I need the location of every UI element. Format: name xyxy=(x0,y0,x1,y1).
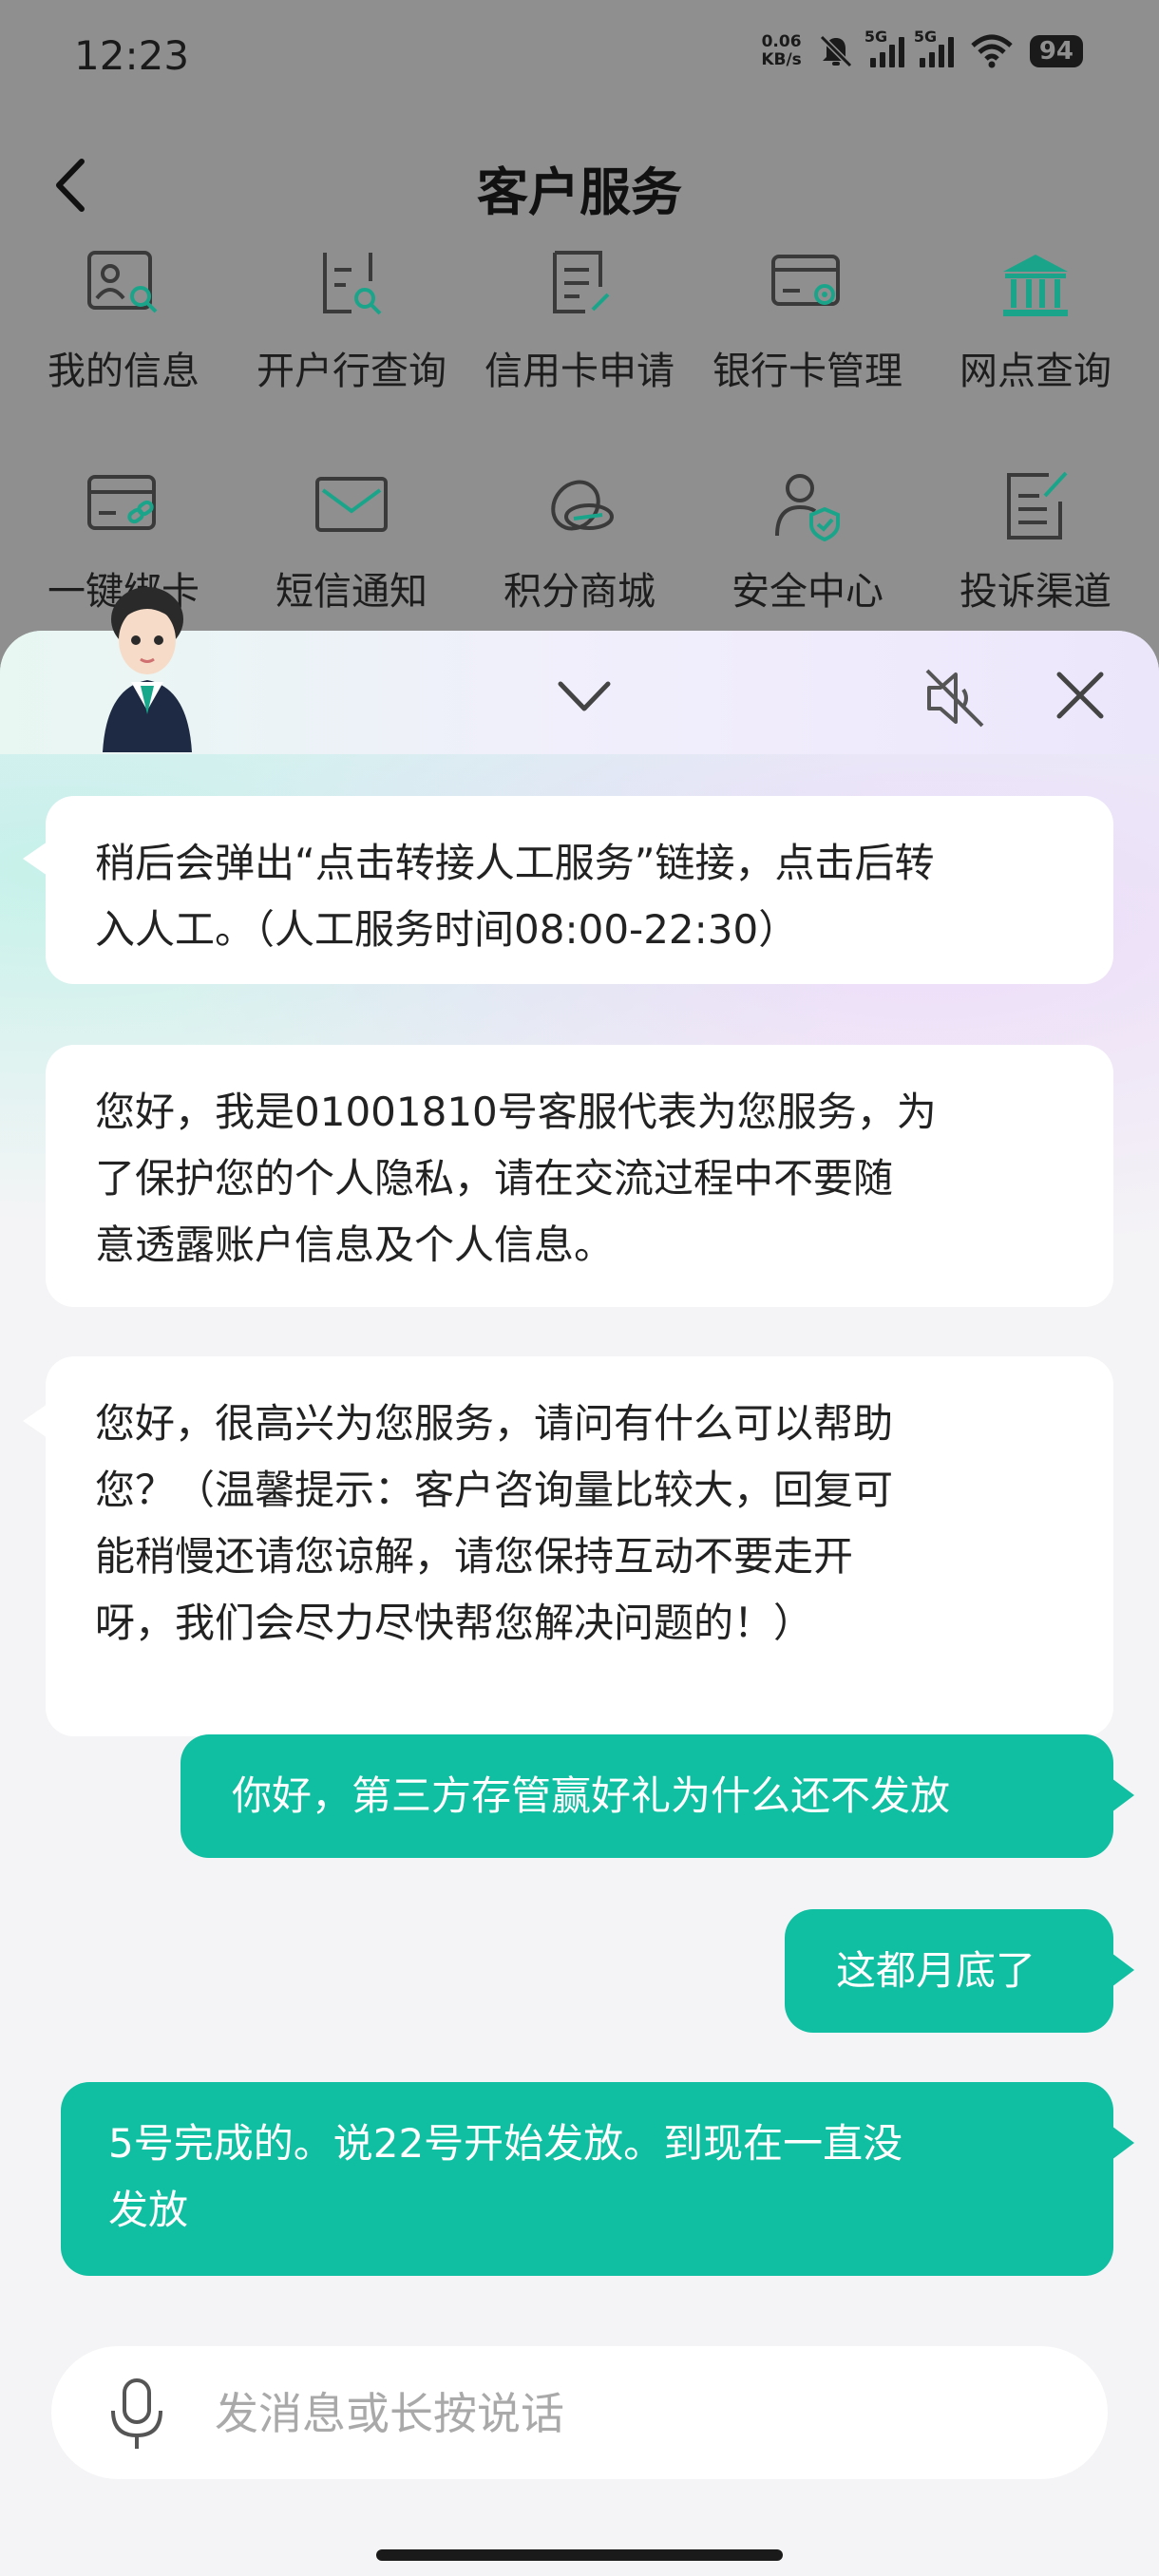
message-line: 您好，我是01001810号客服代表为您服务，为 xyxy=(95,1089,937,1135)
header: 客户服务 xyxy=(0,133,1159,237)
user-message: 5号完成的。说22号开始发放。到现在一直没 发放 xyxy=(61,2082,1134,2276)
message-input-bar xyxy=(51,2346,1108,2481)
speaker-muted-icon[interactable] xyxy=(922,665,988,731)
message-line: 能稍慢还请您谅解，请您保持互动不要走开 xyxy=(95,1533,854,1580)
profile-search-icon xyxy=(87,251,158,313)
service-my-info[interactable]: 我的信息 xyxy=(10,237,238,427)
service-label: 积分商城 xyxy=(504,570,656,614)
service-security-center[interactable]: 安全中心 xyxy=(694,458,922,648)
message-input[interactable] xyxy=(213,2346,1072,2481)
chevron-down-icon[interactable] xyxy=(551,669,618,726)
service-label: 投诉渠道 xyxy=(960,570,1112,614)
service-sms-notice[interactable]: 短信通知 xyxy=(238,458,466,648)
home-indicator[interactable] xyxy=(376,2549,783,2561)
message-line: 呀，我们会尽力尽快帮您解决问题的！） xyxy=(95,1600,814,1646)
form-edit-icon xyxy=(553,251,610,313)
page-title: 客户服务 xyxy=(477,162,682,222)
message-line: 入人工。（人工服务时间08:00-22:30） xyxy=(95,906,799,953)
service-label: 开户行查询 xyxy=(256,350,446,393)
status-time: 12:23 xyxy=(74,32,190,79)
agent-message: 您好，我是01001810号客服代表为您服务，为 了保护您的个人隐私，请在交流过… xyxy=(46,1045,1113,1307)
service-credit-card-apply[interactable]: 信用卡申请 xyxy=(466,237,694,427)
service-complaint-channel[interactable]: 投诉渠道 xyxy=(922,458,1150,648)
wifi-icon xyxy=(971,34,1013,68)
card-settings-icon xyxy=(771,255,840,306)
service-points-mall[interactable]: 积分商城 xyxy=(466,458,694,648)
message-line: 稍后会弹出“点击转接人工服务”链接，点击后转 xyxy=(95,840,935,886)
bell-muted-icon xyxy=(819,34,852,68)
cell-signal-2-icon: 5G xyxy=(914,28,954,67)
bank-search-icon xyxy=(323,253,382,315)
message-line: 您？（温馨提示：客户咨询量比较大，回复可 xyxy=(95,1467,894,1513)
battery-level: 94 xyxy=(1029,35,1083,67)
user-message: 你好，第三方存管赢好礼为什么还不发放 xyxy=(180,1734,1134,1858)
coins-icon xyxy=(551,480,614,531)
message-line: 您好，很高兴为您服务，请问有什么可以帮助 xyxy=(95,1400,894,1447)
agent-message: 您好，很高兴为您服务，请问有什么可以帮助 您？（温馨提示：客户咨询量比较大，回复… xyxy=(23,1356,1113,1736)
close-icon[interactable] xyxy=(1050,665,1111,726)
service-label: 短信通知 xyxy=(276,570,428,614)
user-message: 这都月底了 xyxy=(785,1909,1134,2033)
status-bar: 12:23 0.06 KB/s 5G 5G 94 xyxy=(0,0,1159,114)
envelope-icon xyxy=(315,477,388,532)
service-label: 安全中心 xyxy=(732,570,884,614)
cell-signal-1-icon: 5G xyxy=(864,28,904,67)
network-speed: 0.06 KB/s xyxy=(761,33,801,69)
service-card-management[interactable]: 银行卡管理 xyxy=(694,237,922,427)
service-label: 银行卡管理 xyxy=(712,350,902,393)
microphone-icon[interactable] xyxy=(104,2377,170,2453)
assistant-avatar xyxy=(103,587,192,752)
signal-1-type: 5G xyxy=(864,28,888,46)
service-label: 网点查询 xyxy=(960,350,1112,393)
service-label: 我的信息 xyxy=(48,350,200,393)
message-line: 意透露账户信息及个人信息。 xyxy=(95,1222,615,1268)
card-link-icon xyxy=(87,475,156,530)
chat-panel: 稍后会弹出“点击转接人工服务”链接，点击后转 入人工。（人工服务时间08:00-… xyxy=(0,631,1159,2576)
document-edit-icon xyxy=(1007,471,1068,540)
service-bank-search[interactable]: 开户行查询 xyxy=(238,237,466,427)
bank-building-icon xyxy=(1003,255,1068,316)
message-line: 了保护您的个人隐私，请在交流过程中不要随 xyxy=(95,1155,894,1202)
agent-message: 稍后会弹出“点击转接人工服务”链接，点击后转 入人工。（人工服务时间08:00-… xyxy=(23,796,1113,984)
service-row-1: 我的信息 开户行查询 信用卡申请 银行卡管理 网点查询 xyxy=(0,237,1159,437)
signal-2-type: 5G xyxy=(913,28,938,46)
network-speed-unit: KB/s xyxy=(761,50,802,69)
message-line: 这都月底了 xyxy=(836,1947,1036,1994)
network-speed-value: 0.06 xyxy=(761,32,802,51)
service-label: 信用卡申请 xyxy=(484,350,674,393)
service-branch-search[interactable]: 网点查询 xyxy=(922,237,1150,427)
message-line: 5号完成的。说22号开始发放。到现在一直没 xyxy=(108,2120,903,2167)
status-icons: 0.06 KB/s 5G 5G 94 xyxy=(761,28,1083,70)
message-line: 你好，第三方存管赢好礼为什么还不发放 xyxy=(232,1772,951,1819)
message-line: 发放 xyxy=(108,2187,189,2233)
user-shield-icon xyxy=(775,474,840,542)
